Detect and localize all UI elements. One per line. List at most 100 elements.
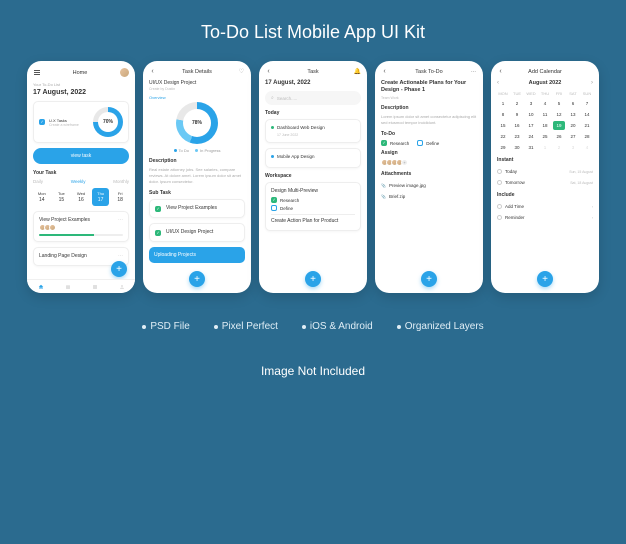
bell-icon[interactable]: ♡	[238, 68, 245, 75]
cal-next-icon[interactable]: ›	[591, 80, 593, 86]
cal-cell[interactable]: 14	[581, 110, 593, 119]
todo-item[interactable]: Research	[381, 140, 409, 146]
task-item[interactable]: Dashboard Web Design 17 June 2022	[265, 119, 361, 143]
cal-cell[interactable]: 11	[539, 110, 551, 119]
fab-add-button[interactable]: +	[421, 271, 437, 287]
cal-cell[interactable]: 31	[525, 143, 537, 152]
fab-add-button[interactable]: +	[537, 271, 553, 287]
todo-item[interactable]: Define	[417, 140, 439, 146]
attachment-item[interactable]: Brief.zip	[381, 191, 477, 202]
radio-icon[interactable]	[497, 204, 502, 209]
checkbox-icon[interactable]	[417, 140, 423, 146]
nav-calendar-icon[interactable]	[65, 284, 71, 290]
cal-cell[interactable]: 12	[553, 110, 565, 119]
checkbox-icon[interactable]	[39, 119, 45, 125]
cal-cell[interactable]: 5	[553, 99, 565, 108]
uploading-item[interactable]: Uploading Projects	[149, 247, 245, 263]
cal-cell[interactable]: 18	[539, 121, 551, 130]
cal-cell[interactable]: 24	[525, 132, 537, 141]
tab-monthly[interactable]: Monthly	[113, 179, 129, 184]
cal-cell[interactable]: 19	[553, 121, 565, 130]
search-input[interactable]: Search.....	[265, 91, 361, 105]
back-icon[interactable]: ‹	[497, 68, 504, 75]
cal-cell[interactable]: 1	[539, 143, 551, 152]
cal-cell[interactable]: 4	[539, 99, 551, 108]
cal-cell[interactable]: 1	[497, 99, 509, 108]
attachment-item[interactable]: Preview image.jpg	[381, 180, 477, 191]
cal-cell[interactable]: 3	[525, 99, 537, 108]
nav-home-icon[interactable]	[38, 284, 44, 290]
instant-today[interactable]: TodaySun, 15 August	[497, 166, 593, 177]
day-cell[interactable]: Tue15	[53, 188, 71, 206]
radio-icon[interactable]	[497, 169, 502, 174]
tab-weekly[interactable]: Weekly	[71, 179, 86, 184]
day-cell-active[interactable]: Thu17	[92, 188, 110, 206]
checkbox-icon[interactable]	[271, 197, 277, 203]
cal-cell[interactable]: 22	[497, 132, 509, 141]
instant-tomorrow[interactable]: TomorrowSat, 18 August	[497, 177, 593, 188]
task-card[interactable]: U.X Tasks Create a wireframe 70%	[33, 101, 129, 143]
cal-cell[interactable]: 2	[511, 99, 523, 108]
cal-cell[interactable]: 15	[497, 121, 509, 130]
fab-add-button[interactable]: +	[305, 271, 321, 287]
cal-cell[interactable]: 4	[581, 143, 593, 152]
legend: To Do In Progress	[149, 148, 245, 153]
radio-icon[interactable]	[497, 180, 502, 185]
cal-cell[interactable]: 3	[567, 143, 579, 152]
workspace-card[interactable]: Design Multi-Preview Research Define Cre…	[265, 182, 361, 231]
avatar[interactable]	[120, 68, 129, 77]
nav-profile-icon[interactable]	[119, 284, 125, 290]
cal-cell[interactable]: 27	[567, 132, 579, 141]
back-icon[interactable]: ‹	[149, 68, 156, 75]
checkbox-icon[interactable]	[381, 140, 387, 146]
cal-cell[interactable]: 8	[497, 110, 509, 119]
include-reminder[interactable]: Reminder›	[497, 212, 593, 223]
more-icon[interactable]: ⋯	[470, 68, 477, 75]
day-cell[interactable]: Fri18	[111, 188, 129, 206]
cal-cell[interactable]: 29	[497, 143, 509, 152]
cal-cell[interactable]: 28	[581, 132, 593, 141]
cal-month: August 2022	[529, 80, 562, 86]
cal-cell[interactable]: 26	[553, 132, 565, 141]
day-cell[interactable]: Wed16	[72, 188, 90, 206]
back-icon[interactable]: ‹	[265, 68, 272, 75]
cal-cell[interactable]: 20	[567, 121, 579, 130]
view-task-button[interactable]: view task	[33, 148, 129, 164]
checkbox-icon[interactable]	[271, 205, 277, 211]
menu-icon[interactable]	[33, 69, 40, 76]
project-card[interactable]: View Project Examples⋯	[33, 211, 129, 242]
bell-icon[interactable]: 🔔	[354, 68, 361, 75]
cal-cell[interactable]: 16	[511, 121, 523, 130]
cal-cell[interactable]: 6	[567, 99, 579, 108]
cal-cell[interactable]: 21	[581, 121, 593, 130]
include-time[interactable]: Add Time›	[497, 201, 593, 212]
cal-cell[interactable]: 13	[567, 110, 579, 119]
assignees[interactable]: +	[381, 159, 477, 166]
radio-icon[interactable]	[497, 215, 502, 220]
cal-prev-icon[interactable]: ‹	[497, 80, 499, 86]
subtask-item[interactable]: View Project Examples	[149, 199, 245, 218]
status-dot-icon	[271, 155, 274, 158]
cal-cell[interactable]: 9	[511, 110, 523, 119]
nav-tasks-icon[interactable]	[92, 284, 98, 290]
cal-cell[interactable]: 30	[511, 143, 523, 152]
cal-cell[interactable]: 2	[553, 143, 565, 152]
back-icon[interactable]: ‹	[381, 68, 388, 75]
subtask-item[interactable]: UI/UX Design Project	[149, 223, 245, 242]
subtask-heading: Sub Task	[149, 190, 245, 196]
cal-cell[interactable]: 17	[525, 121, 537, 130]
more-icon[interactable]: ⋯	[118, 253, 123, 260]
checkbox-icon[interactable]	[155, 230, 161, 236]
checkbox-icon[interactable]	[155, 206, 161, 212]
attachments-heading: Attachments	[381, 171, 477, 177]
tab-daily[interactable]: Daily	[33, 179, 43, 184]
fab-add-button[interactable]: +	[189, 271, 205, 287]
task-item[interactable]: Mobile App Design	[265, 148, 361, 168]
fab-add-button[interactable]: +	[111, 261, 127, 277]
more-icon[interactable]: ⋯	[118, 217, 123, 224]
cal-cell[interactable]: 23	[511, 132, 523, 141]
cal-cell[interactable]: 25	[539, 132, 551, 141]
day-cell[interactable]: Mon14	[33, 188, 51, 206]
cal-cell[interactable]: 7	[581, 99, 593, 108]
cal-cell[interactable]: 10	[525, 110, 537, 119]
